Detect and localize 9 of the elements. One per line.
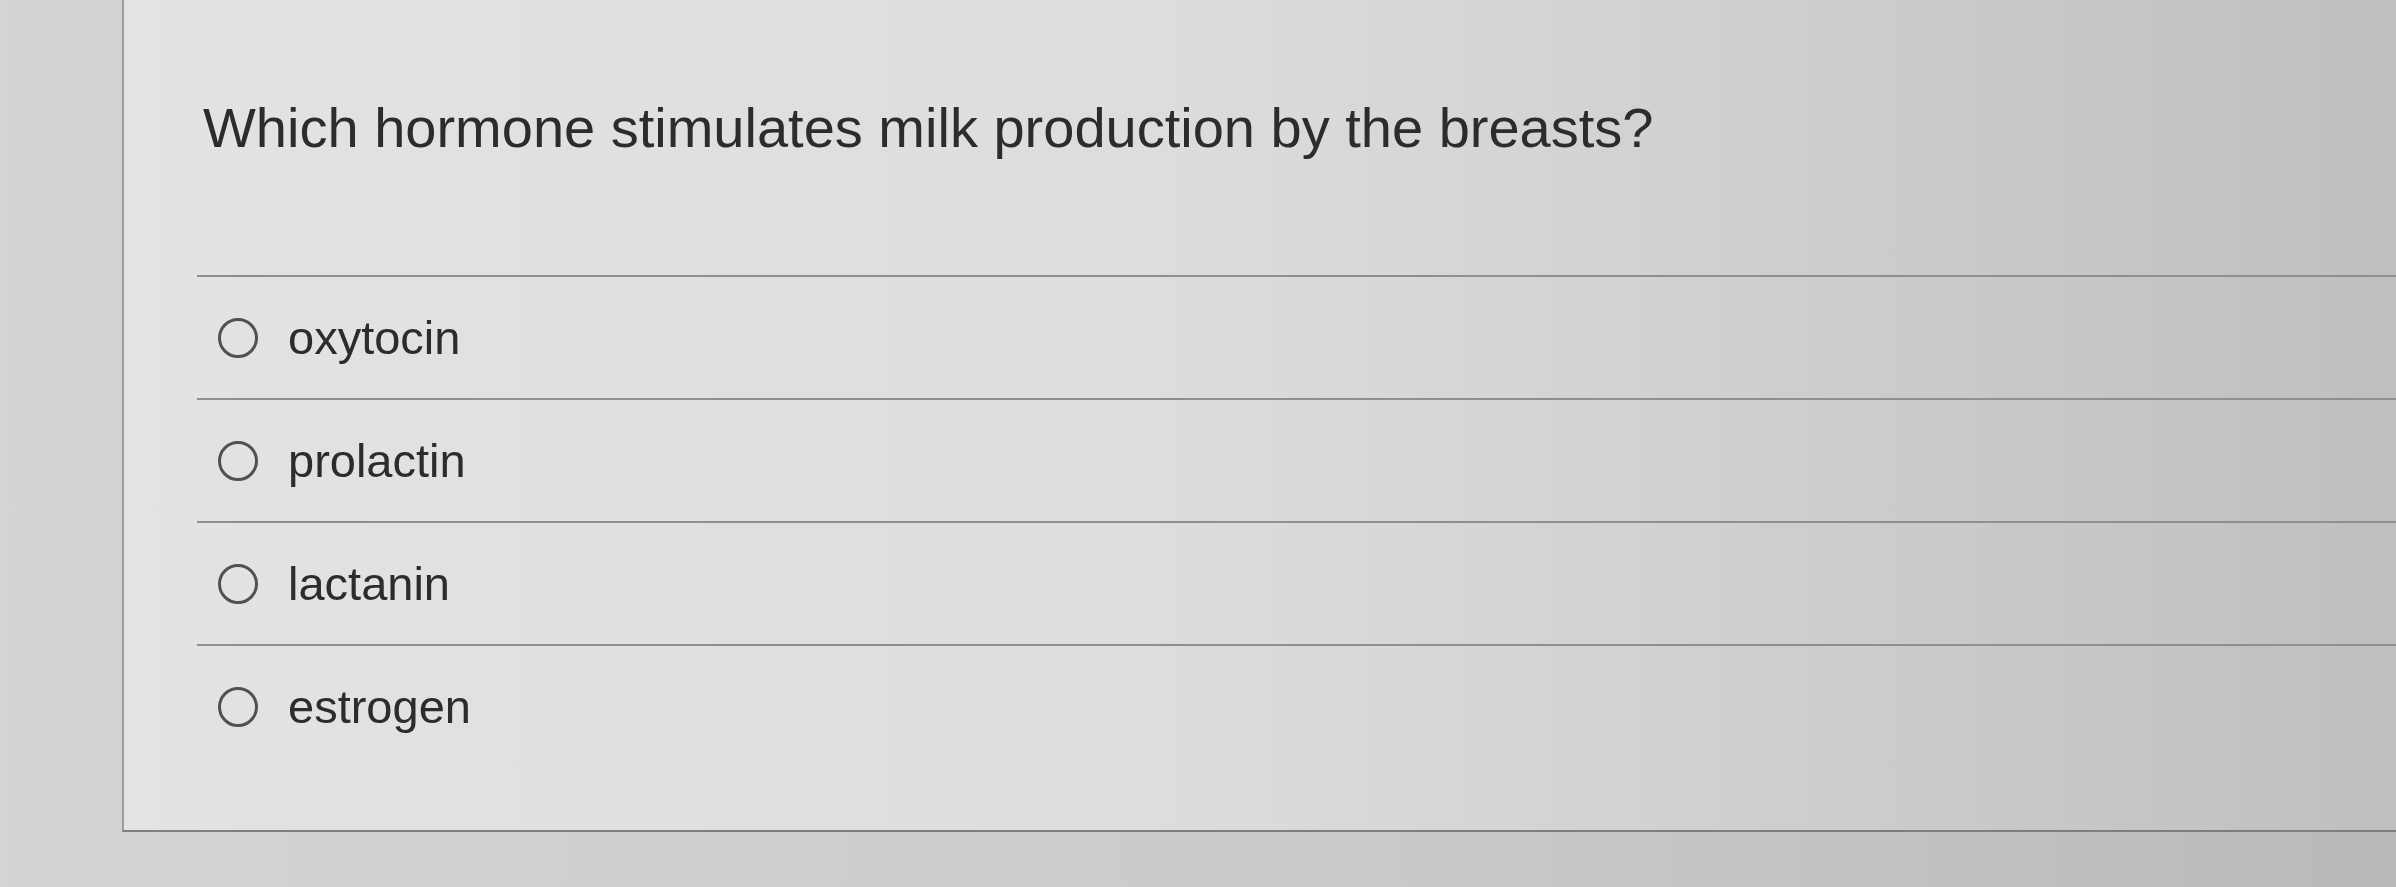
answer-option[interactable]: estrogen — [218, 678, 471, 735]
radio-button[interactable] — [218, 440, 258, 481]
radio-button[interactable] — [218, 686, 258, 727]
question-text: Which hormone stimulates milk production by the breasts? — [203, 96, 1654, 160]
answer-option[interactable]: oxytocin — [218, 309, 461, 366]
radio-button[interactable] — [218, 317, 258, 358]
answer-option[interactable]: prolactin — [218, 432, 466, 489]
answer-option[interactable]: lactanin — [218, 555, 450, 612]
radio-button[interactable] — [218, 563, 258, 604]
